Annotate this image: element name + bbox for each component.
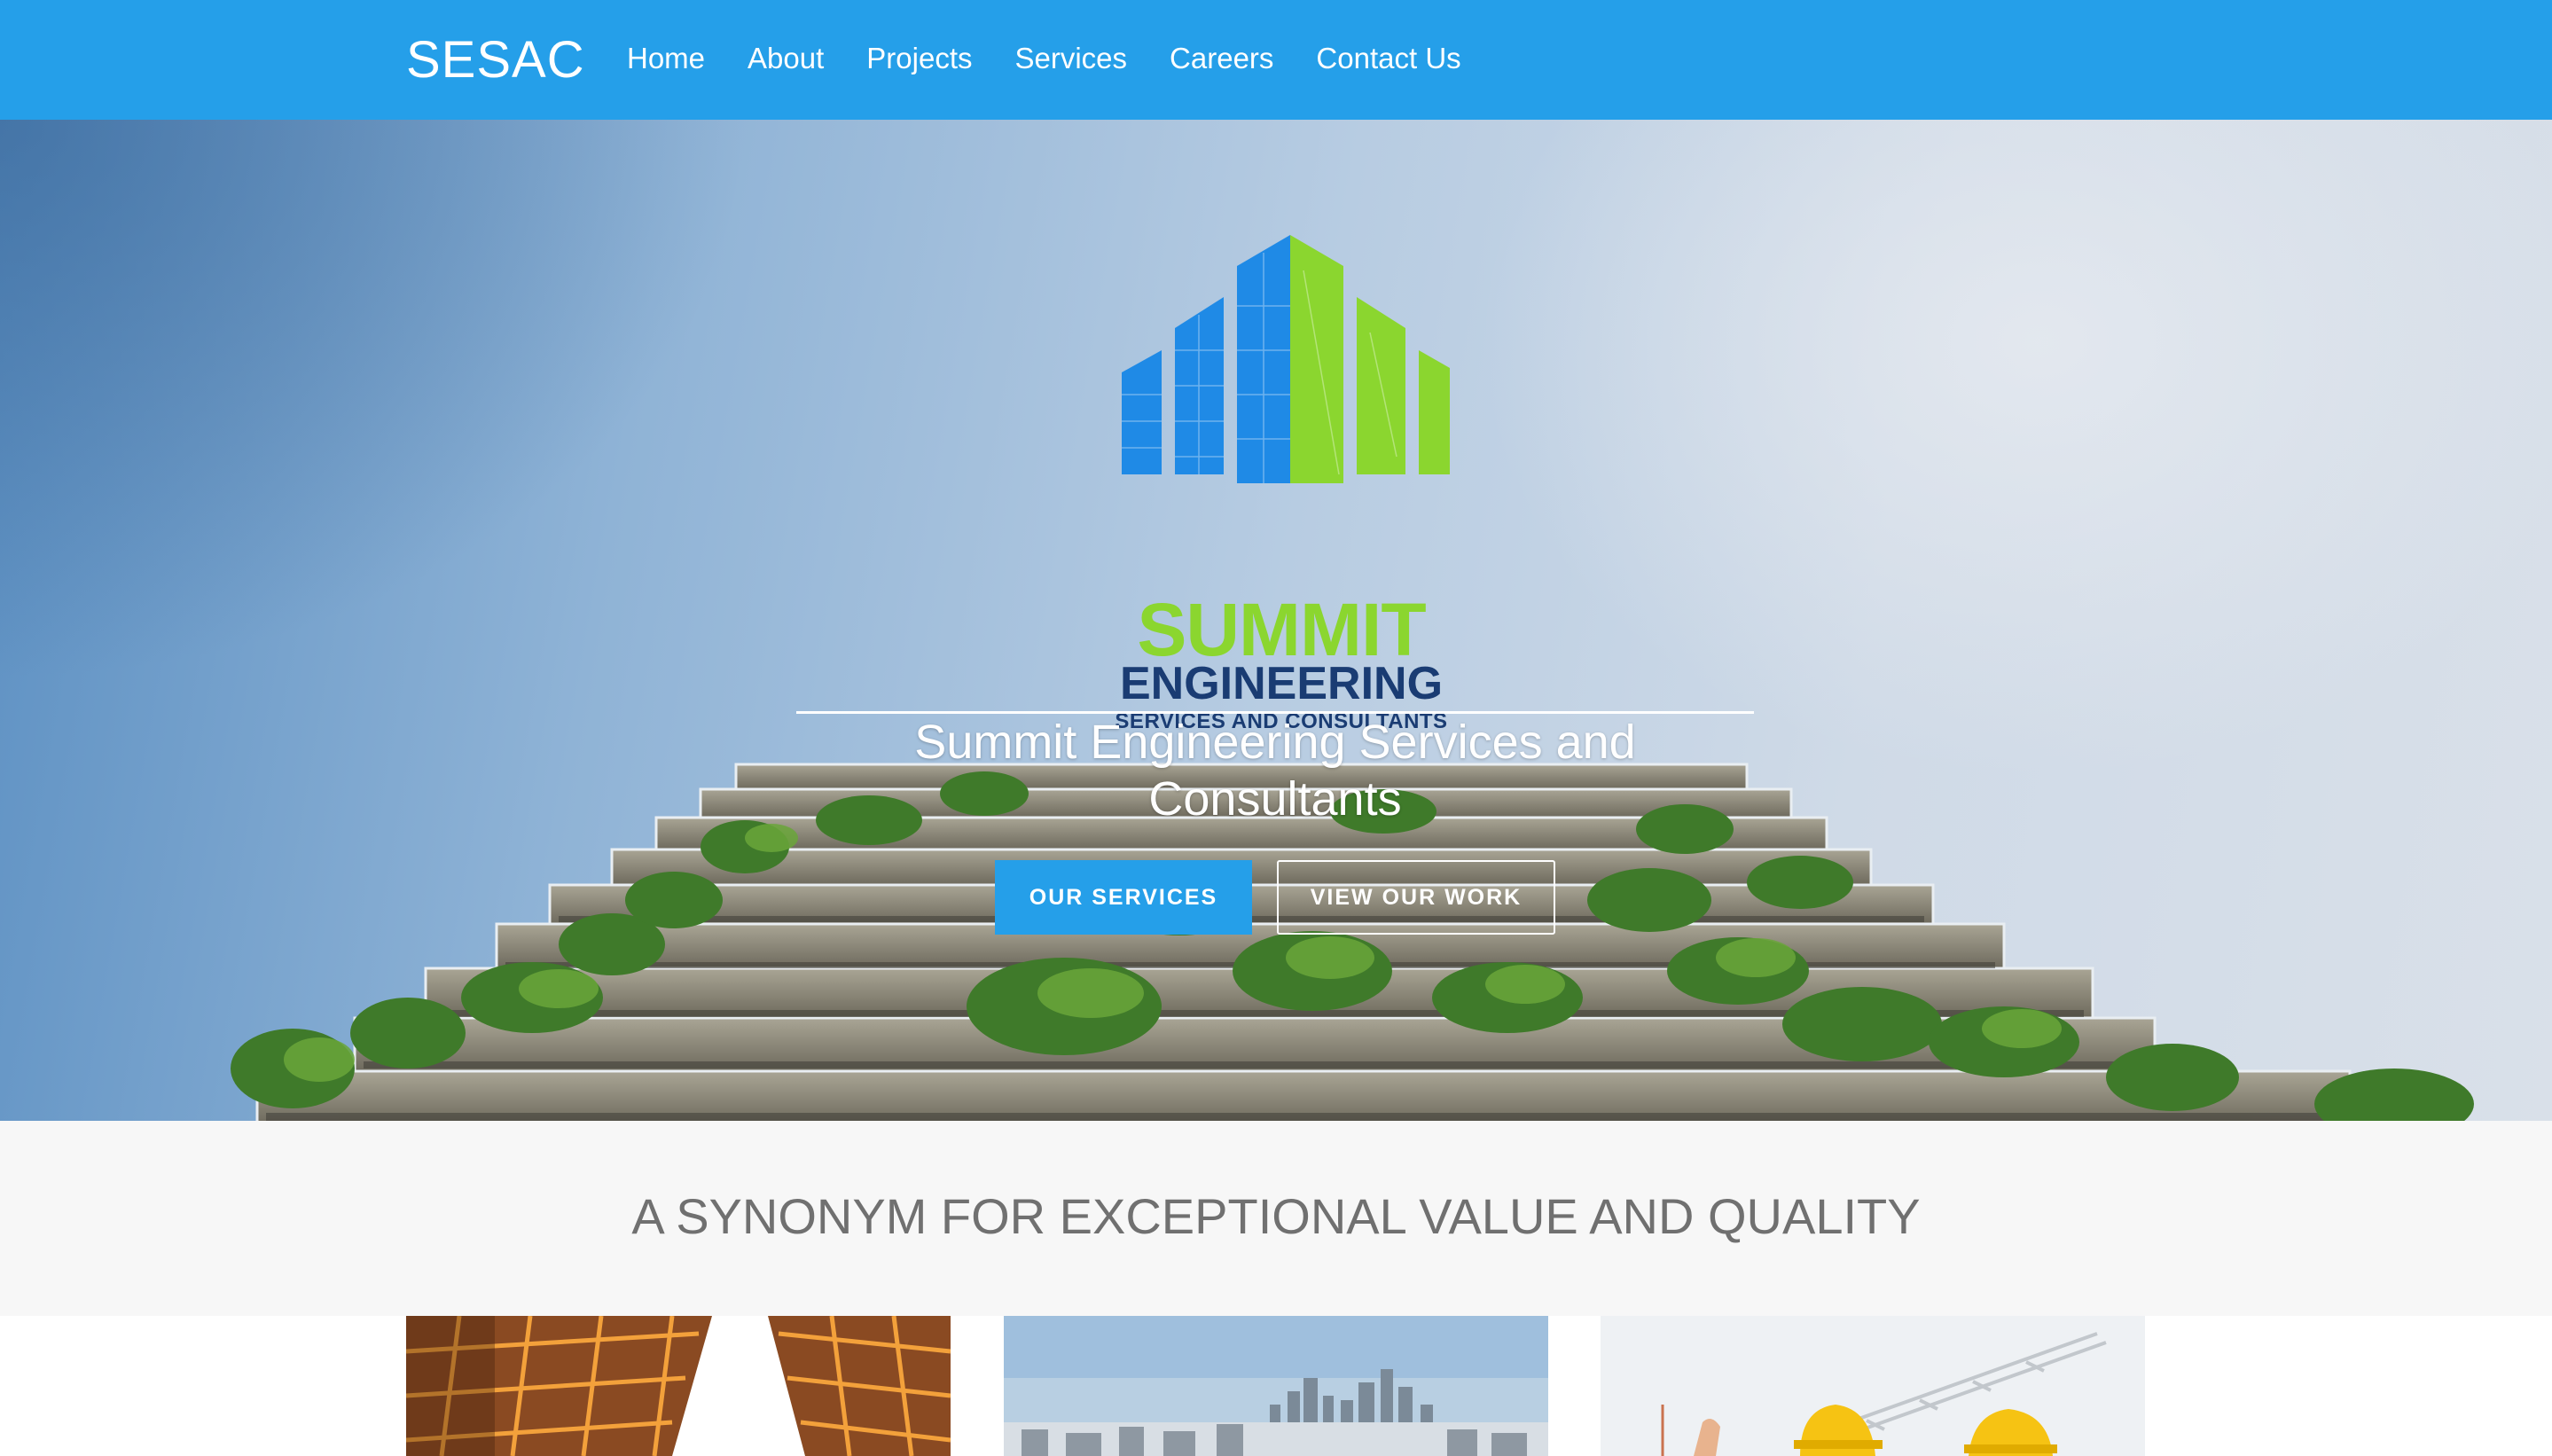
hero-title: Summit Engineering Services and Consulta… bbox=[914, 716, 1636, 826]
top-navbar: SESAC Home About Projects Services Caree… bbox=[0, 0, 2552, 120]
card-glass-building[interactable] bbox=[406, 1316, 951, 1456]
hero-section: SUMMIT ENGINEERING SERVICES AND CONSULTA… bbox=[0, 120, 2552, 1121]
logo-summit-text: SUMMIT bbox=[1137, 588, 1426, 671]
tagline-section: A SYNONYM FOR EXCEPTIONAL VALUE AND QUAL… bbox=[0, 1121, 2552, 1316]
nav-link-projects[interactable]: Projects bbox=[866, 39, 972, 78]
construction-workers-photo bbox=[1601, 1316, 2145, 1456]
glass-building-photo bbox=[406, 1316, 951, 1456]
card-city-skyline[interactable] bbox=[1004, 1316, 1548, 1456]
view-our-work-button[interactable]: VIEW OUR WORK bbox=[1277, 860, 1555, 935]
city-skyline-photo bbox=[1004, 1316, 1548, 1456]
tagline-heading: A SYNONYM FOR EXCEPTIONAL VALUE AND QUAL… bbox=[631, 1188, 1921, 1244]
nav-link-contact[interactable]: Contact Us bbox=[1316, 39, 1460, 78]
nav-link-home[interactable]: Home bbox=[627, 39, 705, 78]
card-construction-workers[interactable] bbox=[1601, 1316, 2145, 1456]
nav-link-careers[interactable]: Careers bbox=[1170, 39, 1273, 78]
building-mark-icon bbox=[1122, 235, 1450, 483]
our-services-button[interactable]: OUR SERVICES bbox=[995, 860, 1252, 935]
nav-link-about[interactable]: About bbox=[748, 39, 824, 78]
brand-logo-link[interactable]: SESAC bbox=[406, 30, 585, 90]
logo-engineering-text: ENGINEERING bbox=[1119, 658, 1444, 709]
nav-menu: Home About Projects Services Careers Con… bbox=[627, 39, 1504, 78]
feature-cards bbox=[0, 1316, 2552, 1456]
summit-engineering-logo: SUMMIT ENGINEERING SERVICES AND CONSULTA… bbox=[1113, 235, 1450, 736]
hero-title-block: Summit Engineering Services and Consulta… bbox=[796, 711, 1754, 827]
nav-link-services[interactable]: Services bbox=[1015, 39, 1128, 78]
